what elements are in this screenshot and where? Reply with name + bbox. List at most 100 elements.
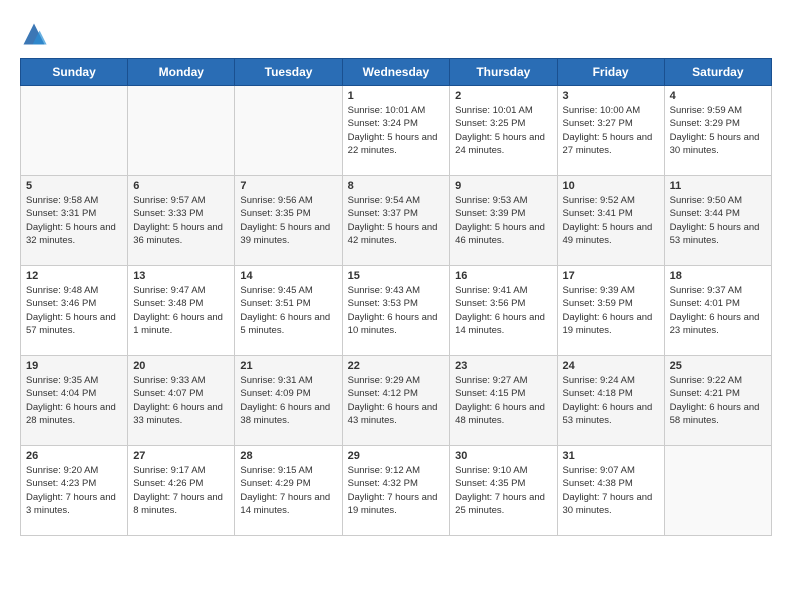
calendar-cell: 10 Sunrise: 9:52 AM Sunset: 3:41 PM Dayli… xyxy=(557,176,664,266)
calendar-body: 1 Sunrise: 10:01 AM Sunset: 3:24 PM Dayli… xyxy=(21,86,772,536)
day-number: 30 xyxy=(455,450,551,462)
calendar-week-2: 5 Sunrise: 9:58 AM Sunset: 3:31 PM Daylig… xyxy=(21,176,772,266)
day-number: 11 xyxy=(670,180,766,192)
weekday-header-friday: Friday xyxy=(557,59,664,86)
calendar-cell: 15Sunrise: 9:43 AM Sunset: 3:53 PM Dayli… xyxy=(342,266,450,356)
calendar-cell: 31 Sunrise: 9:07 AM Sunset: 4:38 PM Dayli… xyxy=(557,446,664,536)
day-number: 5 xyxy=(26,180,122,192)
day-info: Sunrise: 9:07 AM Sunset: 4:38 PM Dayligh… xyxy=(563,464,659,517)
calendar-cell: 8Sunrise: 9:54 AM Sunset: 3:37 PM Daylig… xyxy=(342,176,450,266)
day-info: Sunrise: 9:53 AM Sunset: 3:39 PM Dayligh… xyxy=(455,194,551,247)
page-header xyxy=(20,20,772,48)
weekday-header-tuesday: Tuesday xyxy=(235,59,342,86)
day-info: Sunrise: 9:58 AM Sunset: 3:31 PM Dayligh… xyxy=(26,194,122,247)
day-info: Sunrise: 9:41 AM Sunset: 3:56 PM Dayligh… xyxy=(455,284,551,337)
calendar-cell: 22 Sunrise: 9:29 AM Sunset: 4:12 PM Dayli… xyxy=(342,356,450,446)
calendar-cell: 30 Sunrise: 9:10 AM Sunset: 4:35 PM Dayli… xyxy=(450,446,557,536)
weekday-header-sunday: Sunday xyxy=(21,59,128,86)
day-number: 17 xyxy=(563,270,659,282)
calendar-cell: 27 Sunrise: 9:17 AM Sunset: 4:26 PM Dayli… xyxy=(128,446,235,536)
calendar-cell: 16 Sunrise: 9:41 AM Sunset: 3:56 PM Dayli… xyxy=(450,266,557,356)
calendar-cell: 2 Sunrise: 10:01 AM Sunset: 3:25 PM Dayli… xyxy=(450,86,557,176)
day-number: 10 xyxy=(563,180,659,192)
logo-icon xyxy=(20,20,48,48)
weekday-header-monday: Monday xyxy=(128,59,235,86)
weekday-header-saturday: Saturday xyxy=(664,59,771,86)
day-info: Sunrise: 9:15 AM Sunset: 4:29 PM Dayligh… xyxy=(240,464,336,517)
day-number: 28 xyxy=(240,450,336,462)
day-number: 27 xyxy=(133,450,229,462)
calendar-cell: 12 Sunrise: 9:48 AM Sunset: 3:46 PM Dayli… xyxy=(21,266,128,356)
day-number: 29 xyxy=(348,450,445,462)
day-number: 26 xyxy=(26,450,122,462)
calendar-cell xyxy=(664,446,771,536)
calendar-cell: 9Sunrise: 9:53 AM Sunset: 3:39 PM Daylig… xyxy=(450,176,557,266)
day-info: Sunrise: 9:37 AM Sunset: 4:01 PM Dayligh… xyxy=(670,284,766,337)
day-number: 22 xyxy=(348,360,445,372)
calendar-cell: 17 Sunrise: 9:39 AM Sunset: 3:59 PM Dayli… xyxy=(557,266,664,356)
day-number: 13 xyxy=(133,270,229,282)
day-number: 2 xyxy=(455,90,551,102)
calendar-cell: 18 Sunrise: 9:37 AM Sunset: 4:01 PM Dayli… xyxy=(664,266,771,356)
day-info: Sunrise: 9:29 AM Sunset: 4:12 PM Dayligh… xyxy=(348,374,445,427)
day-info: Sunrise: 9:27 AM Sunset: 4:15 PM Dayligh… xyxy=(455,374,551,427)
day-info: Sunrise: 9:57 AM Sunset: 3:33 PM Dayligh… xyxy=(133,194,229,247)
calendar-header: SundayMondayTuesdayWednesdayThursdayFrid… xyxy=(21,59,772,86)
calendar-cell: 19Sunrise: 9:35 AM Sunset: 4:04 PM Dayli… xyxy=(21,356,128,446)
day-info: Sunrise: 9:31 AM Sunset: 4:09 PM Dayligh… xyxy=(240,374,336,427)
calendar-cell: 5 Sunrise: 9:58 AM Sunset: 3:31 PM Daylig… xyxy=(21,176,128,266)
day-number: 21 xyxy=(240,360,336,372)
calendar-cell: 25Sunrise: 9:22 AM Sunset: 4:21 PM Dayli… xyxy=(664,356,771,446)
calendar-cell: 23 Sunrise: 9:27 AM Sunset: 4:15 PM Dayli… xyxy=(450,356,557,446)
calendar-cell xyxy=(128,86,235,176)
day-info: Sunrise: 10:01 AM Sunset: 3:24 PM Daylig… xyxy=(348,104,445,157)
weekday-header-thursday: Thursday xyxy=(450,59,557,86)
calendar-week-3: 12 Sunrise: 9:48 AM Sunset: 3:46 PM Dayli… xyxy=(21,266,772,356)
day-info: Sunrise: 9:24 AM Sunset: 4:18 PM Dayligh… xyxy=(563,374,659,427)
calendar-cell: 4 Sunrise: 9:59 AM Sunset: 3:29 PM Daylig… xyxy=(664,86,771,176)
day-number: 15 xyxy=(348,270,445,282)
day-number: 18 xyxy=(670,270,766,282)
calendar-cell: 7 Sunrise: 9:56 AM Sunset: 3:35 PM Daylig… xyxy=(235,176,342,266)
calendar-cell: 20 Sunrise: 9:33 AM Sunset: 4:07 PM Dayli… xyxy=(128,356,235,446)
calendar-cell: 21 Sunrise: 9:31 AM Sunset: 4:09 PM Dayli… xyxy=(235,356,342,446)
day-info: Sunrise: 10:01 AM Sunset: 3:25 PM Daylig… xyxy=(455,104,551,157)
day-number: 6 xyxy=(133,180,229,192)
calendar-cell: 28 Sunrise: 9:15 AM Sunset: 4:29 PM Dayli… xyxy=(235,446,342,536)
calendar-cell: 26 Sunrise: 9:20 AM Sunset: 4:23 PM Dayli… xyxy=(21,446,128,536)
calendar-table: SundayMondayTuesdayWednesdayThursdayFrid… xyxy=(20,58,772,536)
calendar-cell: 29 Sunrise: 9:12 AM Sunset: 4:32 PM Dayli… xyxy=(342,446,450,536)
day-number: 7 xyxy=(240,180,336,192)
day-info: Sunrise: 9:33 AM Sunset: 4:07 PM Dayligh… xyxy=(133,374,229,427)
day-info: Sunrise: 9:39 AM Sunset: 3:59 PM Dayligh… xyxy=(563,284,659,337)
day-info: Sunrise: 9:54 AM Sunset: 3:37 PM Dayligh… xyxy=(348,194,445,247)
day-number: 12 xyxy=(26,270,122,282)
calendar-cell xyxy=(21,86,128,176)
day-info: Sunrise: 9:12 AM Sunset: 4:32 PM Dayligh… xyxy=(348,464,445,517)
logo xyxy=(20,20,52,48)
calendar-cell: 24Sunrise: 9:24 AM Sunset: 4:18 PM Dayli… xyxy=(557,356,664,446)
day-info: Sunrise: 9:20 AM Sunset: 4:23 PM Dayligh… xyxy=(26,464,122,517)
day-info: Sunrise: 10:00 AM Sunset: 3:27 PM Daylig… xyxy=(563,104,659,157)
day-number: 1 xyxy=(348,90,445,102)
day-info: Sunrise: 9:10 AM Sunset: 4:35 PM Dayligh… xyxy=(455,464,551,517)
day-number: 23 xyxy=(455,360,551,372)
calendar-cell: 14Sunrise: 9:45 AM Sunset: 3:51 PM Dayli… xyxy=(235,266,342,356)
calendar-cell: 1 Sunrise: 10:01 AM Sunset: 3:24 PM Dayli… xyxy=(342,86,450,176)
day-info: Sunrise: 9:52 AM Sunset: 3:41 PM Dayligh… xyxy=(563,194,659,247)
day-number: 3 xyxy=(563,90,659,102)
day-info: Sunrise: 9:59 AM Sunset: 3:29 PM Dayligh… xyxy=(670,104,766,157)
day-number: 16 xyxy=(455,270,551,282)
calendar-week-1: 1 Sunrise: 10:01 AM Sunset: 3:24 PM Dayli… xyxy=(21,86,772,176)
calendar-week-5: 26 Sunrise: 9:20 AM Sunset: 4:23 PM Dayli… xyxy=(21,446,772,536)
day-info: Sunrise: 9:17 AM Sunset: 4:26 PM Dayligh… xyxy=(133,464,229,517)
calendar-cell: 3 Sunrise: 10:00 AM Sunset: 3:27 PM Dayli… xyxy=(557,86,664,176)
day-info: Sunrise: 9:56 AM Sunset: 3:35 PM Dayligh… xyxy=(240,194,336,247)
day-info: Sunrise: 9:45 AM Sunset: 3:51 PM Dayligh… xyxy=(240,284,336,337)
calendar-cell: 13Sunrise: 9:47 AM Sunset: 3:48 PM Dayli… xyxy=(128,266,235,356)
day-info: Sunrise: 9:48 AM Sunset: 3:46 PM Dayligh… xyxy=(26,284,122,337)
day-number: 20 xyxy=(133,360,229,372)
calendar-cell: 6 Sunrise: 9:57 AM Sunset: 3:33 PM Daylig… xyxy=(128,176,235,266)
day-number: 31 xyxy=(563,450,659,462)
day-number: 4 xyxy=(670,90,766,102)
